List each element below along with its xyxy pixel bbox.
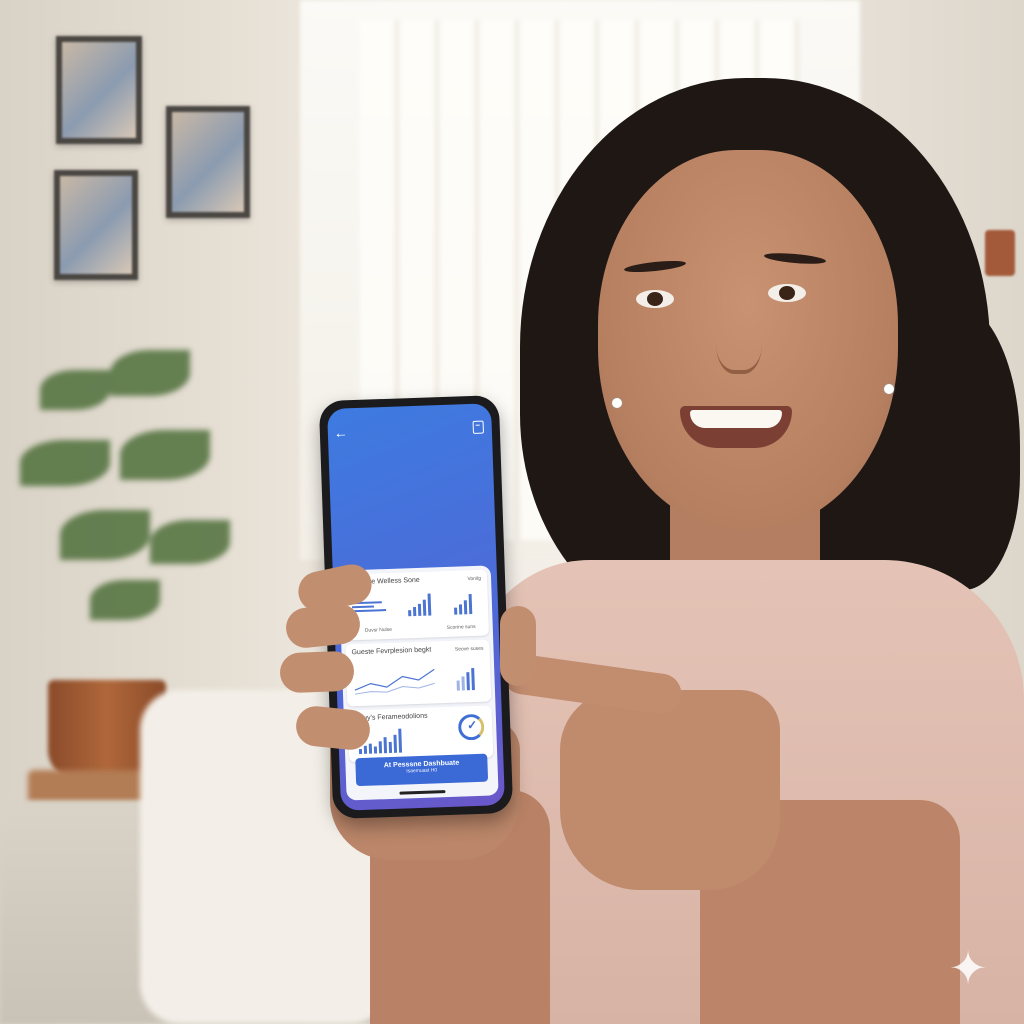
- phone-screen[interactable]: ← Heneste Welless Sone Vonilg Duvsr Nuls…: [327, 403, 505, 811]
- card-title: Gueste Fevrplesion begkt: [351, 646, 432, 657]
- line-chart: [354, 668, 435, 695]
- earring: [884, 384, 894, 394]
- finger: [279, 650, 355, 694]
- teeth: [690, 410, 782, 428]
- shelf-plant-pot: [985, 230, 1015, 276]
- left-eye: [636, 290, 674, 308]
- app-top-bar: ←: [328, 417, 493, 443]
- home-indicator[interactable]: [399, 790, 446, 795]
- dashboard-button[interactable]: At Pesssne Dashbuate Isaemuast H0: [355, 753, 489, 787]
- pointing-hand: [560, 690, 780, 890]
- bar-chart: [456, 666, 475, 691]
- potted-plant-leaves: [0, 330, 260, 650]
- check-icon: ✓: [466, 717, 478, 733]
- earring: [612, 398, 622, 408]
- arrow-left-icon[interactable]: ←: [334, 422, 349, 442]
- card-footer-label: Duvsr Nulse: [364, 626, 393, 634]
- sparkle-icon: ✦: [948, 942, 988, 994]
- card-corner-label: Seove suses: [454, 645, 484, 653]
- share-icon[interactable]: [472, 420, 484, 434]
- card-corner-label: Vonilg: [467, 575, 482, 583]
- progress-ring: ✓: [457, 713, 485, 741]
- bar-chart: [408, 593, 432, 617]
- progression-card[interactable]: Gueste Fevrplesion begkt Seove suses: [345, 639, 492, 707]
- wall-photo-frame: [166, 106, 250, 218]
- bar-chart: [454, 592, 473, 615]
- hair-strand: [880, 300, 1020, 590]
- wall-photo-frame: [56, 36, 142, 144]
- right-eye: [768, 284, 806, 302]
- thumb: [500, 606, 536, 686]
- card-footer-label: Scorine suns: [446, 623, 476, 631]
- wall-photo-frame: [54, 170, 138, 280]
- nose: [716, 300, 762, 374]
